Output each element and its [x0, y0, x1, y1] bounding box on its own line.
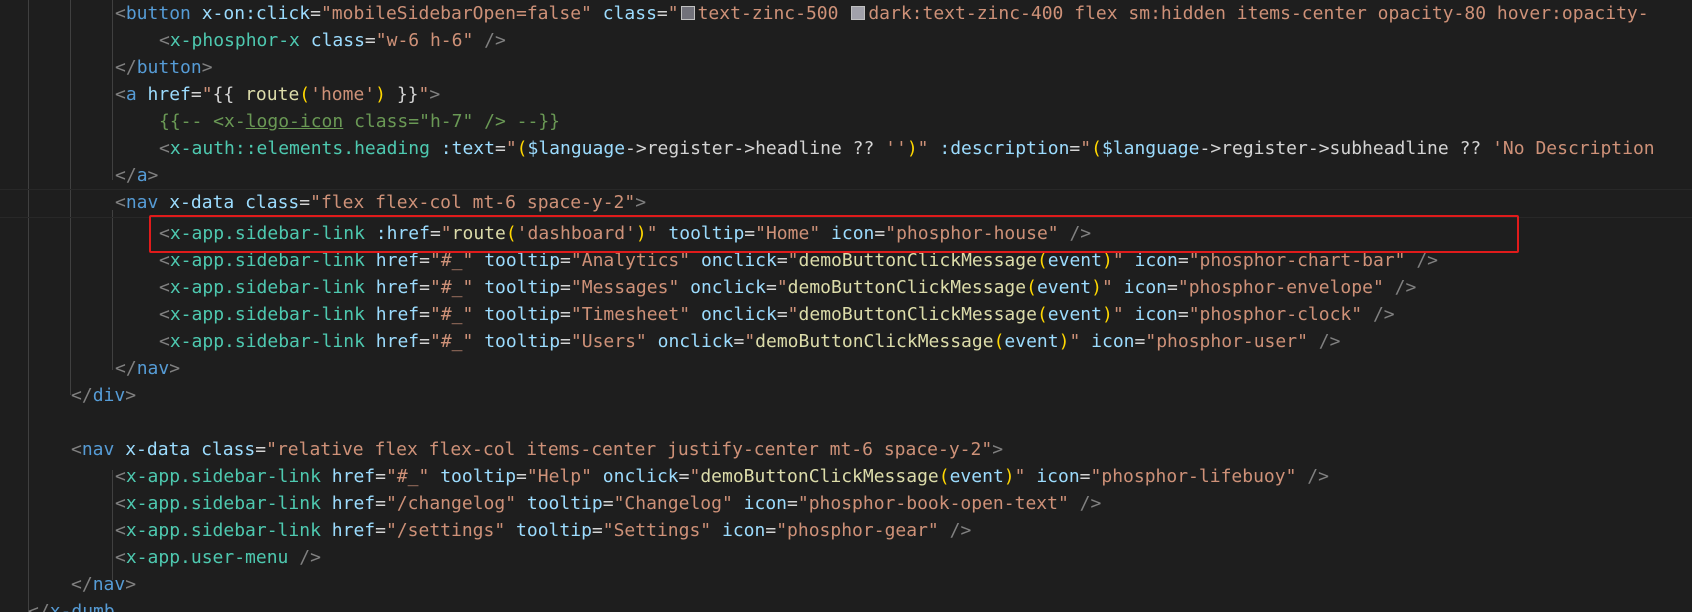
code-line-4[interactable]: <a href="{{ route('home') }}"> [115, 81, 440, 108]
code-line-20[interactable]: <x-app.sidebar-link href="/settings" too… [115, 517, 971, 544]
code-line-21[interactable]: <x-app.user-menu /> [115, 544, 321, 571]
code-line-1[interactable]: <button x-on:click="mobileSidebarOpen=fa… [115, 0, 1649, 27]
code-line-2[interactable]: <x-phosphor-x class="w-6 h-6" /> [159, 27, 506, 54]
code-line-3[interactable]: </button> [115, 54, 213, 81]
code-line-23[interactable]: </x-dumb [28, 598, 115, 612]
code-line-15[interactable]: </div> [71, 382, 136, 409]
code-line-11[interactable]: <x-app.sidebar-link href="#_" tooltip="M… [159, 274, 1416, 301]
code-line-12[interactable]: <x-app.sidebar-link href="#_" tooltip="T… [159, 301, 1395, 328]
code-line-7[interactable]: </a> [115, 162, 158, 189]
code-line-13[interactable]: <x-app.sidebar-link href="#_" tooltip="U… [159, 328, 1340, 355]
code-line-14[interactable]: </nav> [115, 355, 180, 382]
code-line-17[interactable]: <nav x-data class="relative flex flex-co… [71, 436, 1003, 463]
code-line-10[interactable]: <x-app.sidebar-link href="#_" tooltip="A… [159, 247, 1438, 274]
indent-guide [112, 210, 113, 370]
indent-guide [28, 0, 29, 612]
indent-guide [112, 470, 113, 580]
code-line-6[interactable]: <x-auth::elements.heading :text="($langu… [159, 135, 1655, 162]
code-editor[interactable]: <button x-on:click="mobileSidebarOpen=fa… [0, 0, 1692, 612]
code-line-18[interactable]: <x-app.sidebar-link href="#_" tooltip="H… [115, 463, 1329, 490]
code-line-9[interactable]: <x-app.sidebar-link :href="route('dashbo… [159, 220, 1091, 247]
code-line-22[interactable]: </nav> [71, 571, 136, 598]
indent-guide [112, 0, 113, 180]
color-swatch-icon[interactable] [680, 6, 695, 20]
code-line-19[interactable]: <x-app.sidebar-link href="/changelog" to… [115, 490, 1101, 517]
code-line-5[interactable]: {{-- <x-logo-icon class="h-7" /> --}} [159, 108, 560, 135]
color-swatch-icon[interactable] [851, 6, 866, 20]
code-line-8[interactable]: <nav x-data class="flex flex-col mt-6 sp… [115, 189, 646, 216]
